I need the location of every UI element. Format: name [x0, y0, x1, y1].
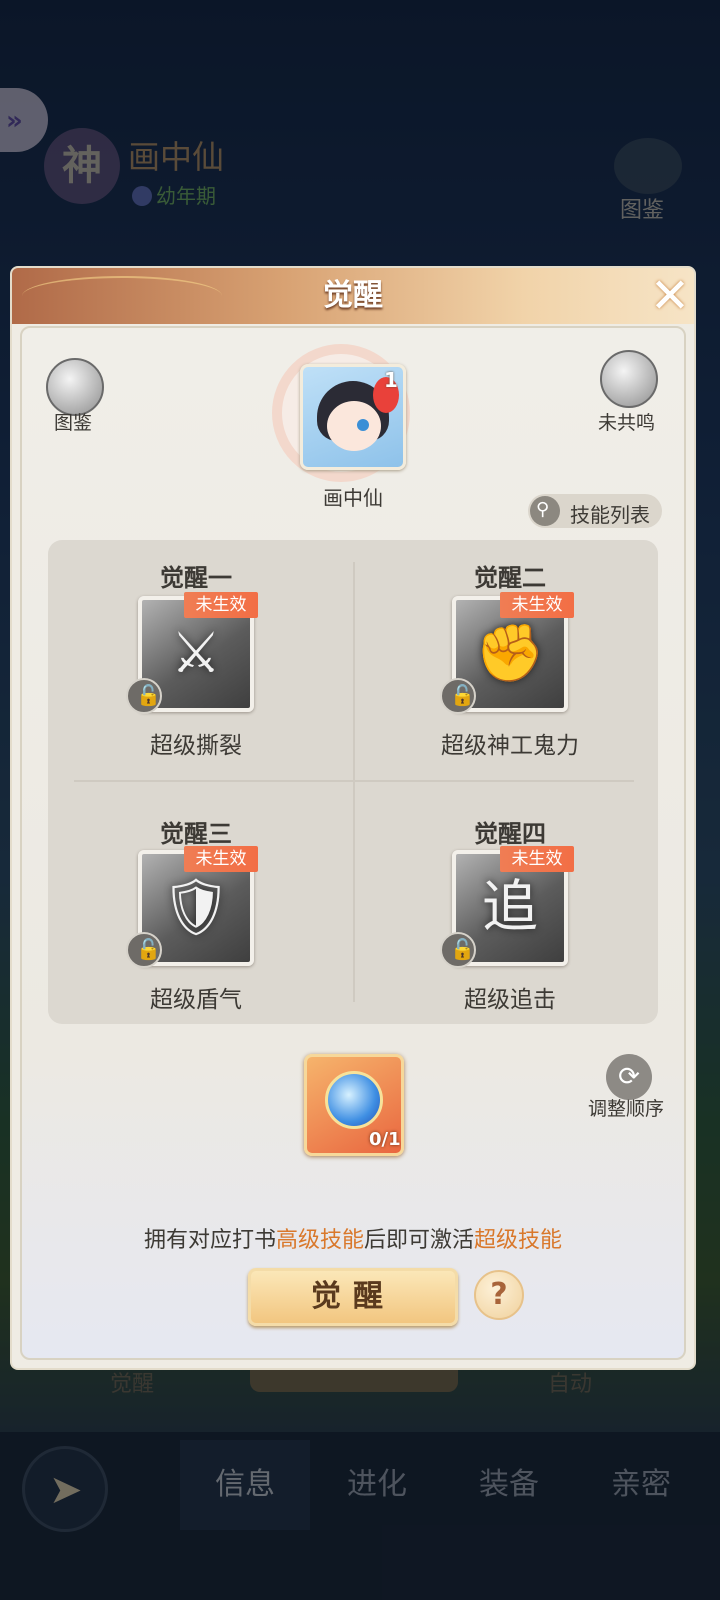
status-badge: 未生效 [184, 846, 258, 872]
help-icon[interactable]: ? [474, 1270, 524, 1320]
status-badge: 未生效 [500, 846, 574, 872]
awakening-title: 觉醒一 [160, 564, 232, 592]
orb-icon [325, 1071, 383, 1129]
awaken-button[interactable]: 觉醒 [248, 1268, 458, 1326]
skill-name: 超级神工鬼力 [441, 733, 579, 759]
divider [74, 780, 634, 782]
modal-title: 觉醒 [323, 278, 383, 313]
handbook-label: 图鉴 [54, 412, 93, 434]
lock-icon: 🔓 [126, 932, 162, 968]
status-badge: 未生效 [500, 592, 574, 618]
lock-icon: 🔓 [440, 678, 476, 714]
resonance-label: 未共鸣 [598, 412, 656, 434]
skill-list-button[interactable]: ⚲ 技能列表 [528, 494, 662, 528]
status-badge: 未生效 [184, 592, 258, 618]
reorder-label[interactable]: 调整顺序 [588, 1094, 664, 1121]
flame-icon[interactable] [600, 350, 658, 408]
skill-name: 超级追击 [464, 987, 556, 1013]
awaken-item-slot[interactable]: 0/1 [304, 1054, 404, 1156]
hint-text: 拥有对应打书高级技能后即可激活超级技能 [143, 1228, 563, 1253]
search-icon: ⚲ [530, 496, 560, 526]
item-count: 0/1 [369, 1129, 401, 1150]
skill-list-label: 技能列表 [570, 503, 650, 527]
awakening-title: 觉醒三 [160, 820, 232, 848]
awakening-title: 觉醒二 [474, 564, 546, 592]
avatar-name: 画中仙 [323, 486, 383, 510]
skill-name: 超级撕裂 [150, 733, 242, 759]
avatar-level: 1 [384, 368, 398, 392]
close-icon[interactable]: ✕ [644, 270, 696, 322]
awakening-title: 觉醒四 [474, 820, 546, 848]
skill-name: 超级盾气 [150, 987, 242, 1013]
lock-icon: 🔓 [126, 678, 162, 714]
lock-icon: 🔓 [440, 932, 476, 968]
divider [353, 562, 355, 1002]
